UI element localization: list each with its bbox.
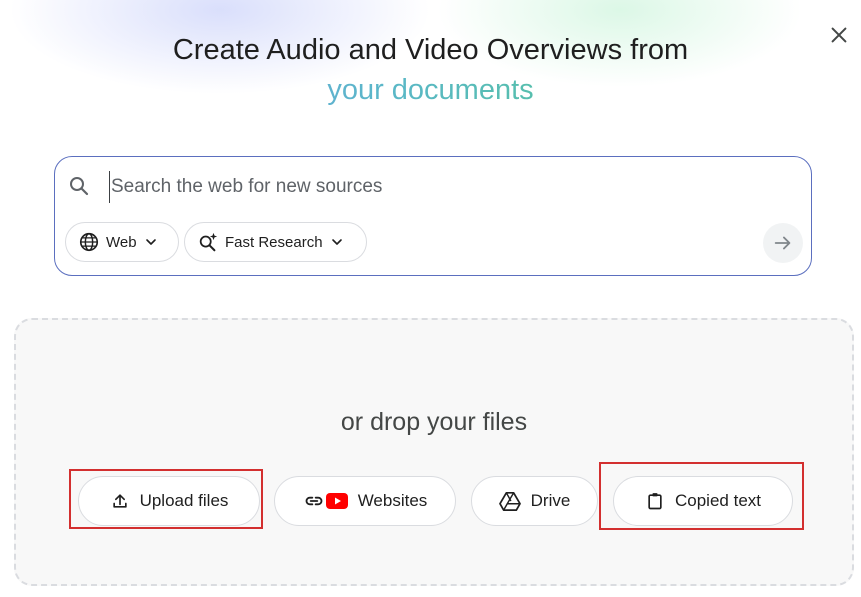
- globe-icon: [79, 232, 99, 252]
- page-title: Create Audio and Video Overviews from yo…: [0, 30, 861, 110]
- research-mode-label: Fast Research: [225, 233, 323, 251]
- source-filter-label: Web: [106, 233, 137, 251]
- page-title-line1: Create Audio and Video Overviews from: [172, 34, 689, 66]
- drive-icon: [498, 491, 521, 511]
- drop-zone-label: or drop your files: [340, 408, 528, 436]
- upload-files-label: Upload files: [139, 491, 229, 510]
- arrow-right-icon: [774, 236, 791, 250]
- clipboard-icon: [648, 493, 662, 510]
- web-search-box: Web Fast Research: [54, 156, 812, 276]
- youtube-icon: [325, 493, 348, 509]
- submit-search-button[interactable]: [763, 223, 803, 263]
- search-icon: [70, 177, 89, 196]
- upload-files-button[interactable]: Upload files: [78, 476, 260, 526]
- file-drop-zone[interactable]: or drop your files Upload files Websites…: [14, 318, 854, 586]
- page-title-line2: your documents: [0, 70, 861, 110]
- chevron-down-icon: [145, 239, 156, 245]
- search-input[interactable]: [109, 171, 751, 203]
- research-mode-dropdown[interactable]: Fast Research: [184, 222, 367, 262]
- upload-icon: [112, 494, 127, 508]
- drive-button[interactable]: Drive: [471, 476, 598, 526]
- websites-button[interactable]: Websites: [274, 476, 456, 526]
- drive-label: Drive: [530, 491, 571, 510]
- copied-text-button[interactable]: Copied text: [613, 476, 793, 526]
- chevron-down-icon: [331, 239, 342, 245]
- source-filter-dropdown[interactable]: Web: [65, 222, 179, 262]
- link-icon: [305, 496, 323, 506]
- websites-label: Websites: [357, 491, 428, 510]
- copied-text-label: Copied text: [675, 491, 761, 510]
- search-spark-icon: [199, 232, 218, 252]
